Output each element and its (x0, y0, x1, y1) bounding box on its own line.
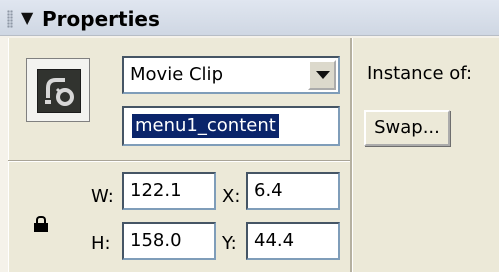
height-field[interactable]: 158.0 (122, 222, 216, 260)
instance-name-input[interactable]: menu1_content (122, 106, 340, 146)
lock-icon[interactable] (34, 216, 48, 232)
symbol-type-value: Movie Clip (130, 64, 223, 85)
width-field[interactable]: 122.1 (122, 172, 216, 210)
instance-of-label: Instance of: (367, 63, 473, 84)
collapse-triangle-icon[interactable]: ▼ (21, 8, 33, 28)
swap-button[interactable]: Swap... (364, 110, 450, 146)
width-label: W: (91, 186, 114, 207)
symbol-type-select[interactable]: Movie Clip (122, 56, 340, 94)
height-label: H: (91, 233, 111, 254)
movie-clip-symbol-icon (26, 58, 90, 122)
horizontal-divider (8, 160, 350, 162)
y-label: Y: (222, 233, 237, 254)
panel-grip-icon[interactable] (7, 10, 13, 28)
chevron-down-icon[interactable] (308, 60, 336, 90)
x-field[interactable]: 6.4 (246, 172, 340, 210)
panel-title: Properties (42, 7, 160, 31)
y-field[interactable]: 44.4 (246, 222, 340, 260)
instance-name-value: menu1_content (132, 114, 279, 138)
panel-title-bar[interactable]: ▼ Properties (0, 0, 499, 36)
x-label: X: (222, 186, 241, 207)
